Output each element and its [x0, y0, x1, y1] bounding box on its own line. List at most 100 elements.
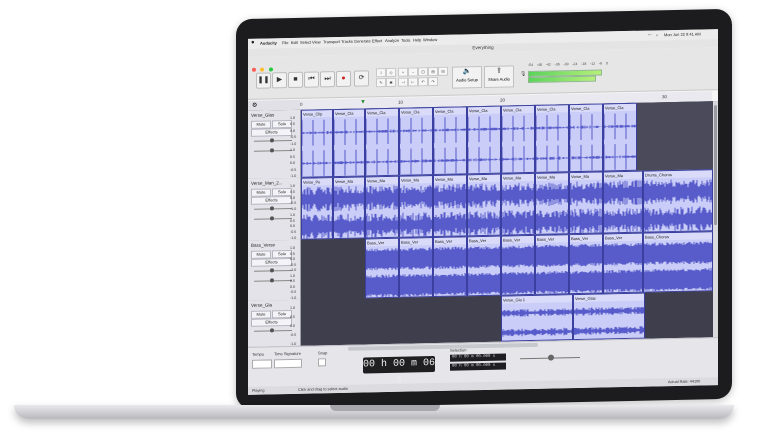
- track-name[interactable]: Verse_Man_2...: [251, 180, 283, 186]
- audio-clip[interactable]: Verse_Ma: [399, 175, 433, 238]
- menu-analyze[interactable]: Analyze: [385, 38, 399, 43]
- audio-clip[interactable]: Verse_Ma: [569, 171, 603, 235]
- silence-icon[interactable]: ⊢: [408, 77, 418, 87]
- search-icon[interactable]: ⌕: [656, 32, 658, 37]
- audio-clip[interactable]: Verse_Ma: [501, 172, 535, 236]
- audio-clip[interactable]: Verse_Cla: [535, 104, 569, 173]
- audio-clip[interactable]: Verse_Pe: [301, 177, 333, 240]
- menubar-clock[interactable]: Mon Jun 22 9:41 AM: [664, 31, 701, 37]
- menu-help[interactable]: Help: [413, 37, 421, 42]
- track-lane[interactable]: Verse_Clip Verse_Cla Verse_Cla Verse_Cla Ver…: [301, 101, 713, 178]
- pan-knob[interactable]: [270, 216, 274, 221]
- zoom-in-icon[interactable]: +: [398, 67, 408, 77]
- share-audio-button[interactable]: ⇪ Share Audio: [484, 65, 514, 88]
- time-signature-field[interactable]: [274, 358, 302, 369]
- menu-edit[interactable]: Edit: [291, 40, 298, 45]
- selection-end-field[interactable]: 00 h 00 m 00.000 s: [450, 362, 506, 371]
- menu-transport[interactable]: Transport: [323, 39, 340, 44]
- audio-clip[interactable]: Bass_Ver: [603, 232, 643, 294]
- audio-clip[interactable]: Bass_Ver: [365, 237, 399, 299]
- track-name[interactable]: Verse_Glas: [251, 112, 274, 117]
- audio-setup-button[interactable]: 🔈 Audio Setup: [452, 66, 482, 89]
- audio-clip[interactable]: Bass_Chorus: [643, 231, 713, 293]
- audio-clip[interactable]: Verse_Cla: [569, 103, 603, 173]
- wifi-icon[interactable]: ◠: [648, 32, 652, 37]
- audio-clip[interactable]: Verse_Ma: [603, 170, 643, 234]
- multi-tool-icon[interactable]: ✱: [386, 77, 396, 88]
- pan-knob[interactable]: [270, 278, 274, 283]
- menu-select[interactable]: Select: [300, 40, 311, 45]
- audio-clip[interactable]: Verse_Cla: [365, 107, 399, 177]
- zoom-fit-icon[interactable]: ⊞: [428, 66, 438, 77]
- audio-clip[interactable]: Verse_Cla: [501, 104, 535, 174]
- redo-icon[interactable]: ↷: [428, 76, 438, 87]
- undo-icon[interactable]: ↶: [418, 77, 428, 87]
- track-panel[interactable]: Verse_Man_2... Mute Solo Effects 1.0 0.5 0…: [248, 177, 301, 242]
- audio-clip[interactable]: Verse_Glas: [573, 292, 645, 341]
- audio-clip[interactable]: Bass_Ver: [399, 237, 433, 298]
- menu-tracks[interactable]: Tracks: [341, 39, 353, 44]
- effects-button[interactable]: Effects: [251, 258, 292, 267]
- audio-clip[interactable]: Verse_Ma: [333, 176, 365, 240]
- playhead-icon[interactable]: ▼: [360, 99, 366, 105]
- audio-clip[interactable]: Verse_Cla: [467, 105, 501, 175]
- audio-clip[interactable]: Verse_Cla: [399, 107, 433, 176]
- gain-knob[interactable]: [270, 138, 274, 143]
- horizontal-scrollbar[interactable]: [348, 342, 538, 351]
- scrollbar-thumb[interactable]: [714, 105, 717, 226]
- vertical-scrollbar[interactable]: [713, 101, 718, 338]
- gain-knob[interactable]: [270, 206, 274, 211]
- minimize-button[interactable]: [260, 67, 265, 72]
- zoom-button[interactable]: [268, 67, 273, 72]
- track-panel[interactable]: Bass_Verse Mute Solo Effects 1.0 0.5 0.0 -0…: [248, 239, 301, 302]
- gain-knob[interactable]: [270, 268, 274, 273]
- effects-button[interactable]: Effects: [251, 318, 292, 327]
- menu-audacity[interactable]: Audacity: [260, 40, 277, 45]
- track-lane[interactable]: Bass_Ver Bass_Ver Bass_Ver Bass_Ver Bass_Ver…: [301, 231, 713, 300]
- audio-clip[interactable]: Verse_Cla: [603, 102, 637, 172]
- playback-meter[interactable]: -54 -48 -42 -36 -30 -24 -18 -12 -6 0 🎙: [520, 61, 610, 84]
- selection-start-field[interactable]: 00 h 00 m 00.000 s: [450, 353, 506, 362]
- trim-icon[interactable]: ⊣: [398, 77, 408, 87]
- track-name[interactable]: Bass_Verse: [251, 242, 275, 248]
- audio-clip[interactable]: Drums_Chorus: [643, 169, 713, 233]
- audio-clip[interactable]: Bass_Ver: [501, 234, 535, 296]
- close-button[interactable]: [252, 67, 256, 72]
- audio-clip[interactable]: Bass_Ver: [535, 234, 569, 295]
- menu-file[interactable]: File: [282, 40, 288, 45]
- skip-end-button[interactable]: ⏭: [320, 71, 335, 88]
- record-button[interactable]: ●: [336, 70, 351, 88]
- play-button[interactable]: ▶: [272, 72, 287, 89]
- zoom-sel-icon[interactable]: ⊡: [418, 67, 428, 77]
- menu-effect[interactable]: Effect: [372, 38, 382, 43]
- loop-button[interactable]: ⟳: [354, 70, 369, 87]
- audio-clip[interactable]: Verse_Ma: [535, 172, 569, 235]
- menu-tools[interactable]: Tools: [401, 38, 410, 43]
- gain-knob[interactable]: [270, 328, 274, 333]
- menu-view[interactable]: View: [312, 39, 321, 44]
- gear-icon[interactable]: ⚙: [252, 102, 257, 109]
- audio-clip[interactable]: Verse_Ma: [365, 175, 399, 239]
- menu-generate[interactable]: Generate: [354, 38, 371, 43]
- track-panel[interactable]: Verse_Glas Mute Solo Effects 1.0 0.5 0.0 -0…: [248, 109, 301, 180]
- effects-button[interactable]: Effects: [251, 196, 292, 205]
- stop-button[interactable]: ■: [288, 71, 303, 89]
- track-name[interactable]: Verse_Gla: [251, 302, 272, 307]
- volume-knob[interactable]: [548, 354, 554, 361]
- audio-clip[interactable]: Verse_Clip: [301, 109, 333, 178]
- audio-clip[interactable]: Bass_Ver: [467, 235, 501, 297]
- pause-button[interactable]: ❚❚: [256, 72, 271, 89]
- time-display[interactable]: 00 h 00 m 06 s: [363, 356, 435, 386]
- apple-icon[interactable]: ●: [251, 40, 255, 46]
- audio-clip[interactable]: Verse_Cla: [333, 108, 365, 178]
- zoom-out-icon[interactable]: −: [408, 67, 418, 77]
- selection-tool-icon[interactable]: I: [376, 68, 386, 78]
- track-panel[interactable]: Verse_Gla Mute Solo Effects 1.0 0.5 0.0 -0.…: [248, 299, 301, 348]
- audio-clip[interactable]: Verse_Ma: [433, 174, 467, 238]
- envelope-tool-icon[interactable]: ◇: [386, 67, 396, 78]
- skip-start-button[interactable]: ⏮: [304, 71, 319, 88]
- audio-clip[interactable]: Verse_Gla 1: [501, 294, 573, 342]
- menu-window[interactable]: Window: [423, 37, 437, 42]
- pan-knob[interactable]: [270, 148, 274, 153]
- audio-clip[interactable]: Verse_Cla: [433, 106, 467, 176]
